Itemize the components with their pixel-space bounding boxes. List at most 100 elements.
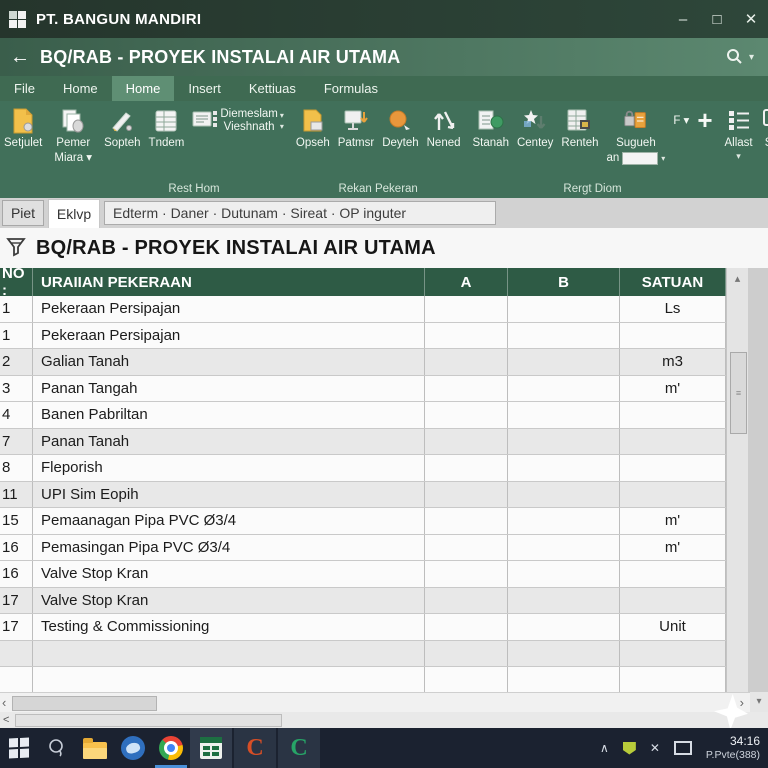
cell-uraian[interactable]: Banen Pabriltan (33, 402, 425, 428)
cell-a[interactable] (425, 376, 508, 402)
deyteh-button[interactable]: Deyteh (379, 105, 421, 152)
cell-b[interactable] (508, 508, 620, 534)
cell-no[interactable]: 8 (0, 455, 33, 481)
cell-satuan[interactable]: Unit (620, 614, 726, 640)
close-button[interactable]: ✕ (734, 0, 768, 38)
cell-b[interactable] (508, 376, 620, 402)
cell-uraian[interactable]: Valve Stop Kran (33, 588, 425, 614)
cell-a[interactable] (425, 482, 508, 508)
cell-satuan[interactable]: Ls (620, 296, 726, 322)
cell-a[interactable] (425, 402, 508, 428)
strip-left-icon[interactable]: < (3, 712, 9, 728)
scroll-down-icon[interactable]: ▾ (750, 692, 768, 712)
cell-satuan[interactable] (620, 561, 726, 587)
cell-satuan[interactable] (620, 455, 726, 481)
cell-a[interactable] (425, 455, 508, 481)
cell-no[interactable]: 4 (0, 402, 33, 428)
sugueh-button[interactable]: Sugueh an ▾ (604, 105, 669, 167)
tab-home-active[interactable]: Home (112, 76, 175, 101)
cell-no[interactable]: 17 (0, 614, 33, 640)
vertical-scrollbar-thumb[interactable]: ≡ (730, 352, 747, 434)
cell-uraian[interactable]: Galian Tanah (33, 349, 425, 375)
tab-home[interactable]: Home (49, 76, 112, 101)
cell-b[interactable] (508, 588, 620, 614)
cell-uraian[interactable]: Valve Stop Kran (33, 561, 425, 587)
formula-bar[interactable]: Edterm · Daner · Dutunam · Sireat · OP i… (104, 201, 496, 225)
allast-button[interactable]: Allast ▾ (722, 105, 756, 163)
green-app-button[interactable]: C (278, 728, 320, 768)
cell-a[interactable] (425, 323, 508, 349)
cell-uraian[interactable]: Pemasingan Pipa PVC Ø3/4 (33, 535, 425, 561)
opseh-button[interactable]: Opseh (293, 105, 333, 152)
cell-b[interactable] (508, 614, 620, 640)
cell-uraian[interactable]: Panan Tanah (33, 429, 425, 455)
cell-b[interactable] (508, 429, 620, 455)
situ-button[interactable]: D Situ (758, 105, 768, 152)
taskbar-clock[interactable]: 34:16 P.Pvte(388) (706, 734, 760, 762)
nened-button[interactable]: Nened (424, 105, 464, 152)
file-explorer-button[interactable] (76, 728, 114, 768)
cell-b[interactable] (508, 535, 620, 561)
scroll-left-icon[interactable]: ‹ (2, 695, 6, 710)
cell-satuan[interactable]: m' (620, 376, 726, 402)
cell-no[interactable]: 11 (0, 482, 33, 508)
strip-track[interactable] (15, 714, 282, 727)
back-button[interactable]: ← (0, 46, 40, 69)
cell-uraian[interactable]: Pemaanagan Pipa PVC Ø3/4 (33, 508, 425, 534)
header-satuan[interactable]: SATUAN (620, 268, 726, 296)
cell-satuan[interactable] (620, 402, 726, 428)
cell-b[interactable] (508, 455, 620, 481)
stanah-button[interactable]: Stanah (470, 105, 512, 152)
cell-no[interactable]: 1 (0, 296, 33, 322)
minimize-button[interactable]: – (666, 0, 700, 38)
horizontal-scrollbar-thumb[interactable] (12, 696, 157, 711)
cell-satuan[interactable] (620, 323, 726, 349)
cell-satuan[interactable] (620, 429, 726, 455)
renteh-button[interactable]: Renteh (558, 105, 601, 152)
dropdown-caret-icon[interactable]: ▾ (280, 112, 284, 120)
name-box[interactable]: Piet (2, 200, 44, 226)
dropdown-caret-icon[interactable]: ▾ (280, 123, 284, 131)
cell-a[interactable] (425, 535, 508, 561)
dropdown-caret-icon[interactable]: ▾ (736, 152, 741, 161)
dropdown-field[interactable] (622, 152, 658, 165)
cell-satuan[interactable] (620, 588, 726, 614)
cell-uraian[interactable]: Fleporish (33, 455, 425, 481)
active-cell-box[interactable]: Eklvp (48, 199, 100, 228)
cell-a[interactable] (425, 614, 508, 640)
cell-no[interactable]: 16 (0, 535, 33, 561)
horizontal-scrollbar[interactable]: ‹ › (0, 692, 750, 712)
centey-button[interactable]: Centey (514, 105, 556, 152)
cell-a[interactable] (425, 508, 508, 534)
cell-b[interactable] (508, 296, 620, 322)
taskbar-search-button[interactable] (38, 728, 76, 768)
excel-taskbar-button[interactable] (190, 728, 232, 768)
cell-b[interactable] (508, 482, 620, 508)
header-no[interactable]: NO : (0, 268, 33, 296)
cell-no[interactable]: 2 (0, 349, 33, 375)
cell-uraian[interactable]: Pekeraan Persipajan (33, 323, 425, 349)
cell-a[interactable] (425, 588, 508, 614)
tab-kettiuas[interactable]: Kettiuas (235, 76, 310, 101)
empty-row[interactable] (0, 667, 726, 692)
maximize-button[interactable]: □ (700, 0, 734, 38)
header-a[interactable]: A (425, 268, 508, 296)
cell-satuan[interactable] (620, 482, 726, 508)
tray-display-icon[interactable] (674, 741, 692, 755)
dropdown-caret-icon[interactable]: ▾ (661, 154, 665, 163)
setjulet-button[interactable]: Setjulet (1, 105, 45, 152)
orange-app-button[interactable]: C (234, 728, 276, 768)
cell-no[interactable]: 7 (0, 429, 33, 455)
cell-satuan[interactable]: m' (620, 535, 726, 561)
cell-no[interactable]: 1 (0, 323, 33, 349)
scroll-up-icon[interactable]: ▴ (727, 272, 748, 285)
tray-shield-icon[interactable] (623, 742, 636, 755)
cell-a[interactable] (425, 349, 508, 375)
cell-no[interactable]: 15 (0, 508, 33, 534)
diemeslam-button[interactable]: Diemeslam Vieshnath ▾ ▾ (189, 105, 287, 137)
cell-a[interactable] (425, 561, 508, 587)
sopteh-button[interactable]: Sopteh (101, 105, 143, 152)
plus-button[interactable]: + (694, 105, 715, 135)
cell-b[interactable] (508, 402, 620, 428)
chrome-button[interactable] (152, 728, 190, 768)
